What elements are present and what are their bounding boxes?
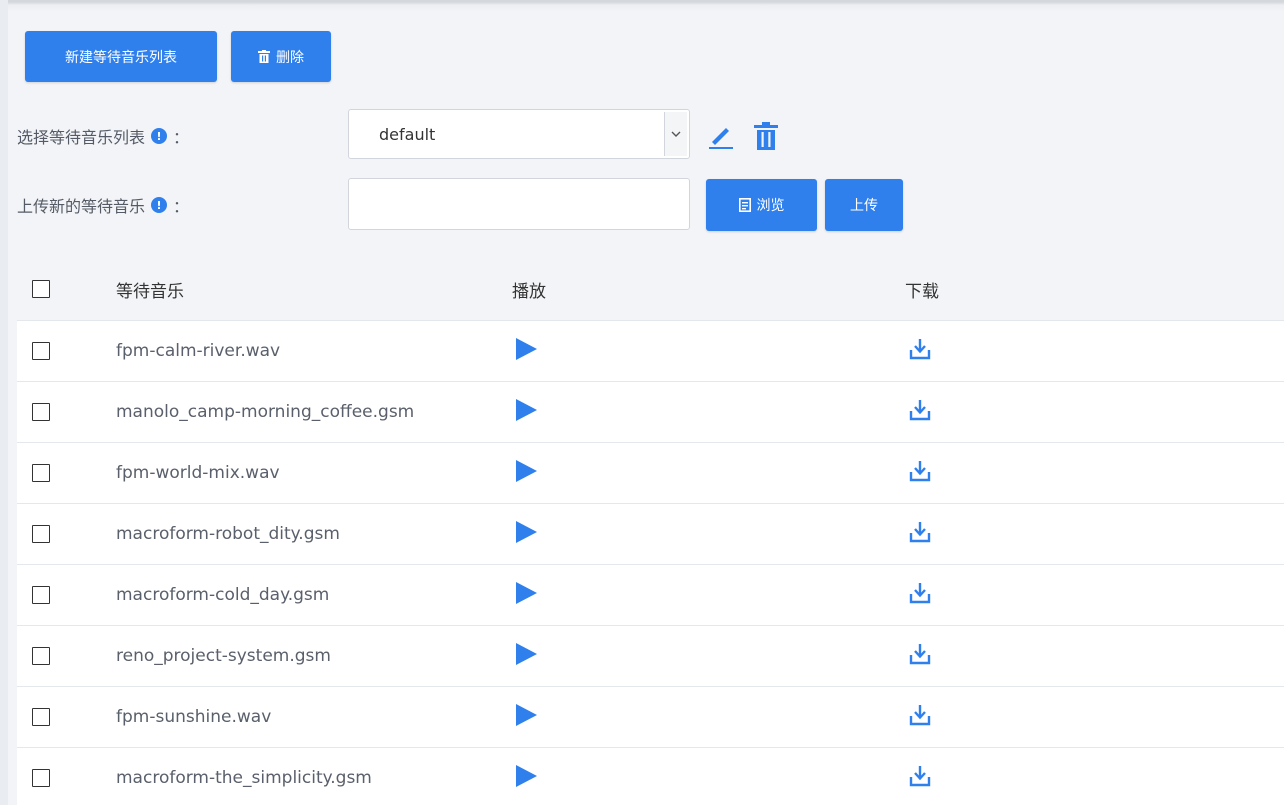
info-icon[interactable]: ! <box>151 197 168 213</box>
table-row: fpm-calm-river.wav <box>17 320 1284 381</box>
upload-label-text: 上传新的等待音乐 <box>17 197 146 216</box>
moh-table: 等待音乐 播放 下载 fpm-calm-river.wav manolo_cam… <box>17 258 1284 805</box>
play-icon[interactable] <box>514 764 538 792</box>
delete-button[interactable]: 删除 <box>231 31 331 82</box>
download-cell <box>909 748 931 805</box>
row-checkbox[interactable] <box>32 708 50 726</box>
music-file-name: manolo_camp-morning_coffee.gsm <box>116 402 415 422</box>
table-row: macroform-cold_day.gsm <box>17 564 1284 625</box>
play-icon[interactable] <box>514 337 538 365</box>
download-cell <box>909 321 931 381</box>
select-all-cell <box>32 258 50 320</box>
row-checkbox-cell <box>32 687 50 747</box>
top-shadow <box>0 0 1284 12</box>
row-checkbox-cell <box>32 321 50 381</box>
music-file-name: macroform-the_simplicity.gsm <box>116 768 372 788</box>
play-cell <box>514 382 538 442</box>
play-cell <box>514 687 538 747</box>
download-cell <box>909 504 931 564</box>
pencil-icon[interactable] <box>707 122 735 150</box>
download-icon[interactable] <box>909 582 931 608</box>
table-row: reno_project-system.gsm <box>17 625 1284 686</box>
play-icon[interactable] <box>514 398 538 426</box>
play-cell <box>514 748 538 805</box>
upload-button-label: 上传 <box>850 198 878 214</box>
table-row: manolo_camp-morning_coffee.gsm <box>17 381 1284 442</box>
browse-button[interactable]: 浏览 <box>706 179 817 231</box>
play-cell <box>514 321 538 381</box>
row-checkbox[interactable] <box>32 647 50 665</box>
table-row: macroform-robot_dity.gsm <box>17 503 1284 564</box>
upload-label: 上传新的等待音乐 ! ： <box>17 193 189 217</box>
table-body: fpm-calm-river.wav manolo_camp-morning_c… <box>17 320 1284 805</box>
select-list-label-text: 选择等待音乐列表 <box>17 128 146 147</box>
delete-button-label: 删除 <box>276 49 304 66</box>
new-list-button[interactable]: 新建等待音乐列表 <box>25 31 217 82</box>
download-cell <box>909 443 931 503</box>
file-icon <box>738 198 751 212</box>
row-checkbox[interactable] <box>32 525 50 543</box>
row-checkbox-cell <box>32 504 50 564</box>
upload-button[interactable]: 上传 <box>825 179 903 231</box>
chevron-down-icon[interactable] <box>664 112 687 156</box>
play-icon[interactable] <box>514 581 538 609</box>
download-icon[interactable] <box>909 338 931 364</box>
table-row: fpm-sunshine.wav <box>17 686 1284 747</box>
row-checkbox[interactable] <box>32 769 50 787</box>
download-cell <box>909 626 931 686</box>
row-checkbox[interactable] <box>32 342 50 360</box>
music-file-name: fpm-calm-river.wav <box>116 341 281 361</box>
download-icon[interactable] <box>909 460 931 486</box>
download-cell <box>909 382 931 442</box>
table-header: 等待音乐 播放 下载 <box>17 258 1284 320</box>
row-checkbox[interactable] <box>32 464 50 482</box>
browse-button-label: 浏览 <box>756 198 785 214</box>
new-list-button-label: 新建等待音乐列表 <box>65 49 177 66</box>
music-file-name: macroform-robot_dity.gsm <box>116 524 340 544</box>
moh-page: 新建等待音乐列表 删除 选择等待音乐列表 ! ： default 上传新的等待音… <box>0 0 1284 805</box>
play-cell <box>514 565 538 625</box>
colon: ： <box>173 128 190 147</box>
play-icon[interactable] <box>514 642 538 670</box>
download-cell <box>909 687 931 747</box>
header-play: 播放 <box>512 281 546 302</box>
music-file-name: fpm-sunshine.wav <box>116 707 272 727</box>
row-checkbox-cell <box>32 748 50 805</box>
play-cell <box>514 443 538 503</box>
row-checkbox[interactable] <box>32 586 50 604</box>
download-icon[interactable] <box>909 399 931 425</box>
play-icon[interactable] <box>514 520 538 548</box>
play-icon[interactable] <box>514 703 538 731</box>
download-icon[interactable] <box>909 643 931 669</box>
row-checkbox-cell <box>32 565 50 625</box>
row-checkbox-cell <box>32 626 50 686</box>
music-file-name: fpm-world-mix.wav <box>116 463 280 483</box>
select-list-label: 选择等待音乐列表 ! ： <box>17 124 189 148</box>
trash-icon[interactable] <box>753 121 779 151</box>
music-file-name: reno_project-system.gsm <box>116 646 331 666</box>
header-name: 等待音乐 <box>116 281 184 302</box>
colon: ： <box>173 197 190 216</box>
play-icon[interactable] <box>514 459 538 487</box>
table-row: macroform-the_simplicity.gsm <box>17 747 1284 805</box>
info-icon[interactable]: ! <box>151 128 168 144</box>
trash-icon <box>258 50 270 63</box>
moh-list-select[interactable]: default <box>348 109 690 159</box>
play-cell <box>514 504 538 564</box>
row-checkbox[interactable] <box>32 403 50 421</box>
download-icon[interactable] <box>909 765 931 791</box>
select-all-checkbox[interactable] <box>32 280 50 298</box>
download-icon[interactable] <box>909 521 931 547</box>
row-checkbox-cell <box>32 382 50 442</box>
table-row: fpm-world-mix.wav <box>17 442 1284 503</box>
play-cell <box>514 626 538 686</box>
download-cell <box>909 565 931 625</box>
upload-file-input[interactable] <box>348 178 690 230</box>
row-checkbox-cell <box>32 443 50 503</box>
header-download: 下载 <box>905 281 939 302</box>
left-edge <box>0 0 8 805</box>
download-icon[interactable] <box>909 704 931 730</box>
select-value: default <box>379 125 436 144</box>
music-file-name: macroform-cold_day.gsm <box>116 585 330 605</box>
